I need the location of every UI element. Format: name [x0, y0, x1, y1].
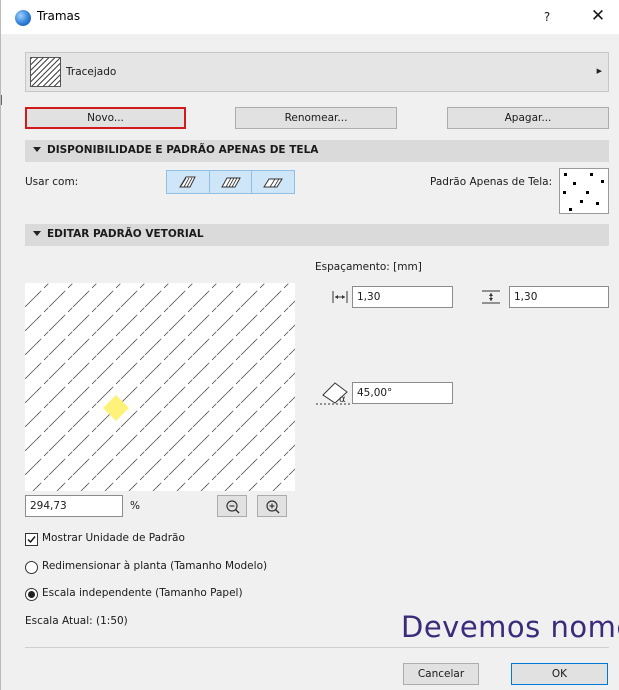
show-pattern-unit-label: Mostrar Unidade de Padrão	[42, 532, 185, 544]
model-size-radio[interactable]	[25, 561, 38, 574]
vertical-spacing-input[interactable]: 1,30	[509, 286, 609, 308]
model-size-label: Redimensionar à planta (Tamanho Modelo)	[42, 560, 268, 572]
zoom-unit-label: %	[130, 500, 140, 512]
drafting-fill-toggle[interactable]	[252, 171, 294, 193]
vector-section-title: EDITAR PADRÃO VETORIAL	[47, 228, 204, 240]
expand-arrow-icon: ▶	[596, 67, 602, 75]
angle-input[interactable]: 45,00°	[352, 382, 453, 404]
edge-marker	[1, 95, 2, 105]
availability-section-header[interactable]: DISPONIBILIDADE E PADRÃO APENAS DE TELA	[25, 140, 609, 162]
fill-types-dialog: Tramas ? ✕ Tracejado ▶ Novo... Renomear.…	[0, 0, 619, 690]
fill-type-selector[interactable]: Tracejado ▶	[25, 52, 609, 92]
use-with-label: Usar com:	[25, 176, 79, 188]
close-button[interactable]: ✕	[587, 5, 609, 27]
zoom-in-icon	[266, 500, 280, 514]
cancel-button[interactable]: Cancelar	[403, 663, 479, 685]
angle-icon: α	[316, 382, 350, 405]
cut-fill-icon	[178, 176, 196, 188]
window-title: Tramas	[37, 9, 81, 23]
drafting-fill-icon	[263, 178, 284, 188]
horizontal-spacing-icon	[332, 291, 348, 303]
overlay-caption: Devemos nome	[401, 610, 619, 644]
screen-pattern-preview[interactable]	[559, 168, 609, 214]
screen-pattern-label: Padrão Apenas de Tela:	[430, 176, 553, 188]
collapse-triangle-icon	[33, 231, 41, 236]
hatch-preview	[25, 283, 295, 491]
zoom-out-icon	[226, 500, 240, 514]
paper-size-label: Escala independente (Tamanho Papel)	[42, 587, 243, 599]
vector-pattern-section-header[interactable]: EDITAR PADRÃO VETORIAL	[25, 224, 609, 246]
title-bar: Tramas ? ✕	[1, 0, 619, 34]
horizontal-spacing-input[interactable]: 1,30	[352, 286, 453, 308]
help-button[interactable]: ?	[536, 7, 558, 27]
zoom-input[interactable]: 294,73	[25, 495, 123, 517]
vertical-spacing-icon	[482, 290, 500, 304]
paper-size-radio[interactable]	[25, 588, 38, 601]
footer-divider	[25, 647, 609, 648]
fill-type-name: Tracejado	[66, 66, 117, 78]
ok-button[interactable]: OK	[511, 663, 608, 685]
checkmark-icon	[27, 536, 36, 544]
zoom-out-button[interactable]	[217, 495, 247, 517]
wall-fill-toggle[interactable]	[167, 171, 210, 193]
current-scale-label: Escala Atual: (1:50)	[25, 615, 128, 627]
cover-fill-toggle[interactable]	[210, 171, 253, 193]
hatch-swatch-icon	[30, 57, 61, 87]
spacing-label: Espaçamento: [mm]	[315, 261, 422, 273]
availability-section-title: DISPONIBILIDADE E PADRÃO APENAS DE TELA	[47, 144, 319, 156]
app-logo-icon	[15, 10, 31, 26]
zoom-in-button[interactable]	[257, 495, 287, 517]
collapse-triangle-icon	[33, 147, 41, 152]
pattern-preview-canvas[interactable]	[25, 283, 295, 491]
alpha-symbol: α	[339, 394, 346, 405]
rename-button[interactable]: Renomear...	[235, 107, 397, 129]
delete-button[interactable]: Apagar...	[447, 107, 609, 129]
cover-fill-icon	[220, 177, 241, 188]
new-button[interactable]: Novo...	[25, 107, 186, 129]
use-with-toggle-group	[166, 170, 295, 194]
show-pattern-unit-checkbox[interactable]	[25, 533, 38, 546]
